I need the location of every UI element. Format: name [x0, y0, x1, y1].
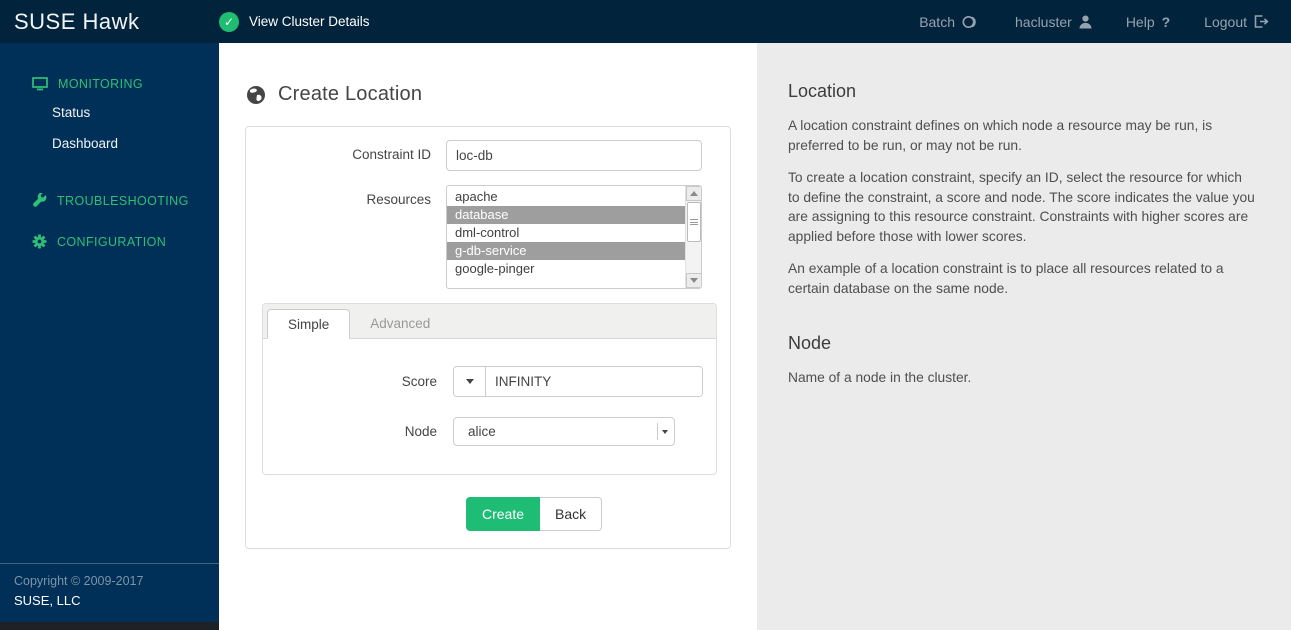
scroll-down-button[interactable] — [685, 273, 701, 288]
create-location-form: Constraint ID Resources apache database … — [245, 126, 731, 549]
constraint-id-input[interactable] — [446, 140, 702, 171]
tab-simple[interactable]: Simple — [267, 309, 351, 339]
sidebar: MONITORING Status Dashboard TROUBLESHOOT… — [0, 43, 219, 630]
tab-bar: Simple Advanced — [263, 304, 716, 339]
help-link[interactable]: Help ? — [1126, 14, 1170, 30]
help-node-title: Node — [788, 332, 832, 353]
score-dropdown-button[interactable] — [454, 367, 486, 396]
resource-option-g-db-service[interactable]: g-db-service — [447, 242, 685, 260]
user-menu[interactable]: hacluster — [1015, 14, 1092, 30]
check-circle-icon: ✓ — [219, 11, 239, 32]
cluster-status-label: View Cluster Details — [249, 14, 370, 29]
chevron-down-icon — [657, 423, 672, 440]
help-location-p2: To create a location constraint, specify… — [788, 170, 1255, 244]
back-button[interactable]: Back — [540, 497, 603, 531]
user-label: hacluster — [1015, 13, 1072, 30]
sidebar-horizontal-scrollbar[interactable] — [0, 622, 219, 630]
company-text: SUSE, LLC — [14, 593, 81, 608]
wrench-icon — [32, 193, 47, 207]
score-label: Score — [401, 374, 437, 389]
resource-option-partial[interactable] — [447, 278, 685, 284]
scrollbar-thumb[interactable] — [686, 202, 701, 242]
resources-scrollbar[interactable] — [685, 186, 701, 288]
score-input-group — [453, 366, 703, 397]
help-location-p1: A location constraint defines on which n… — [788, 118, 1213, 153]
create-button[interactable]: Create — [466, 497, 541, 531]
globe-icon — [247, 85, 265, 104]
resource-option-database[interactable]: database — [447, 206, 685, 224]
question-icon: ? — [1161, 13, 1171, 30]
help-label: Help — [1125, 13, 1155, 30]
batch-toggle-icon — [962, 15, 976, 28]
user-icon — [1079, 15, 1092, 28]
sidebar-item-status[interactable]: Status — [0, 97, 219, 128]
sidebar-configuration-label: CONFIGURATION — [57, 234, 167, 249]
sidebar-item-troubleshooting[interactable]: TROUBLESHOOTING — [0, 187, 219, 214]
sidebar-monitoring-label: MONITORING — [58, 77, 144, 91]
copyright-text: Copyright © 2009-2017 — [14, 574, 144, 588]
resources-label: Resources — [366, 192, 431, 207]
sidebar-troubleshooting-label: TROUBLESHOOTING — [57, 193, 189, 208]
page-title: Create Location — [278, 83, 423, 105]
app-logo[interactable]: SUSE Hawk — [0, 9, 205, 35]
batch-link[interactable]: Batch — [919, 14, 981, 30]
resource-option-google-pinger[interactable]: google-pinger — [447, 260, 685, 278]
top-nav: Batch hacluster Help ? Logout — [919, 14, 1291, 30]
scroll-up-button[interactable] — [685, 186, 701, 201]
node-select[interactable]: alice — [453, 417, 675, 446]
help-location-title: Location — [788, 81, 857, 101]
sidebar-item-dashboard[interactable]: Dashboard — [0, 128, 219, 159]
constraint-id-label: Constraint ID — [352, 147, 431, 162]
sidebar-item-configuration[interactable]: CONFIGURATION — [0, 228, 219, 255]
resource-option-dml-control[interactable]: dml-control — [447, 224, 685, 242]
node-select-value: alice — [468, 424, 496, 439]
top-bar: SUSE Hawk ✓ View Cluster Details Batch h… — [0, 0, 1291, 43]
batch-label: Batch — [919, 13, 955, 30]
logout-label: Logout — [1204, 13, 1247, 30]
main-content: Create Location Constraint ID Resources … — [219, 43, 757, 630]
resource-option-apache[interactable]: apache — [447, 188, 685, 206]
monitor-icon — [32, 77, 48, 91]
help-location-p3: An example of a location constraint is t… — [788, 261, 1224, 297]
resources-multiselect[interactable]: apache database dml-control g-db-service… — [446, 185, 702, 289]
logout-icon — [1254, 15, 1269, 28]
tab-advanced[interactable]: Advanced — [350, 309, 450, 338]
gear-icon — [32, 234, 47, 249]
score-input[interactable] — [486, 367, 702, 396]
logout-link[interactable]: Logout — [1204, 14, 1269, 30]
node-label: Node — [404, 424, 437, 439]
help-panel: Location A location constraint defines o… — [757, 43, 1291, 630]
sidebar-footer: Copyright © 2009-2017 SUSE, LLC — [0, 563, 219, 622]
score-tab-panel: Simple Advanced Score Node alice — [262, 303, 717, 475]
help-node-p1: Name of a node in the cluster. — [788, 369, 972, 385]
cluster-status[interactable]: ✓ View Cluster Details — [219, 11, 370, 32]
sidebar-item-monitoring[interactable]: MONITORING — [0, 71, 219, 97]
